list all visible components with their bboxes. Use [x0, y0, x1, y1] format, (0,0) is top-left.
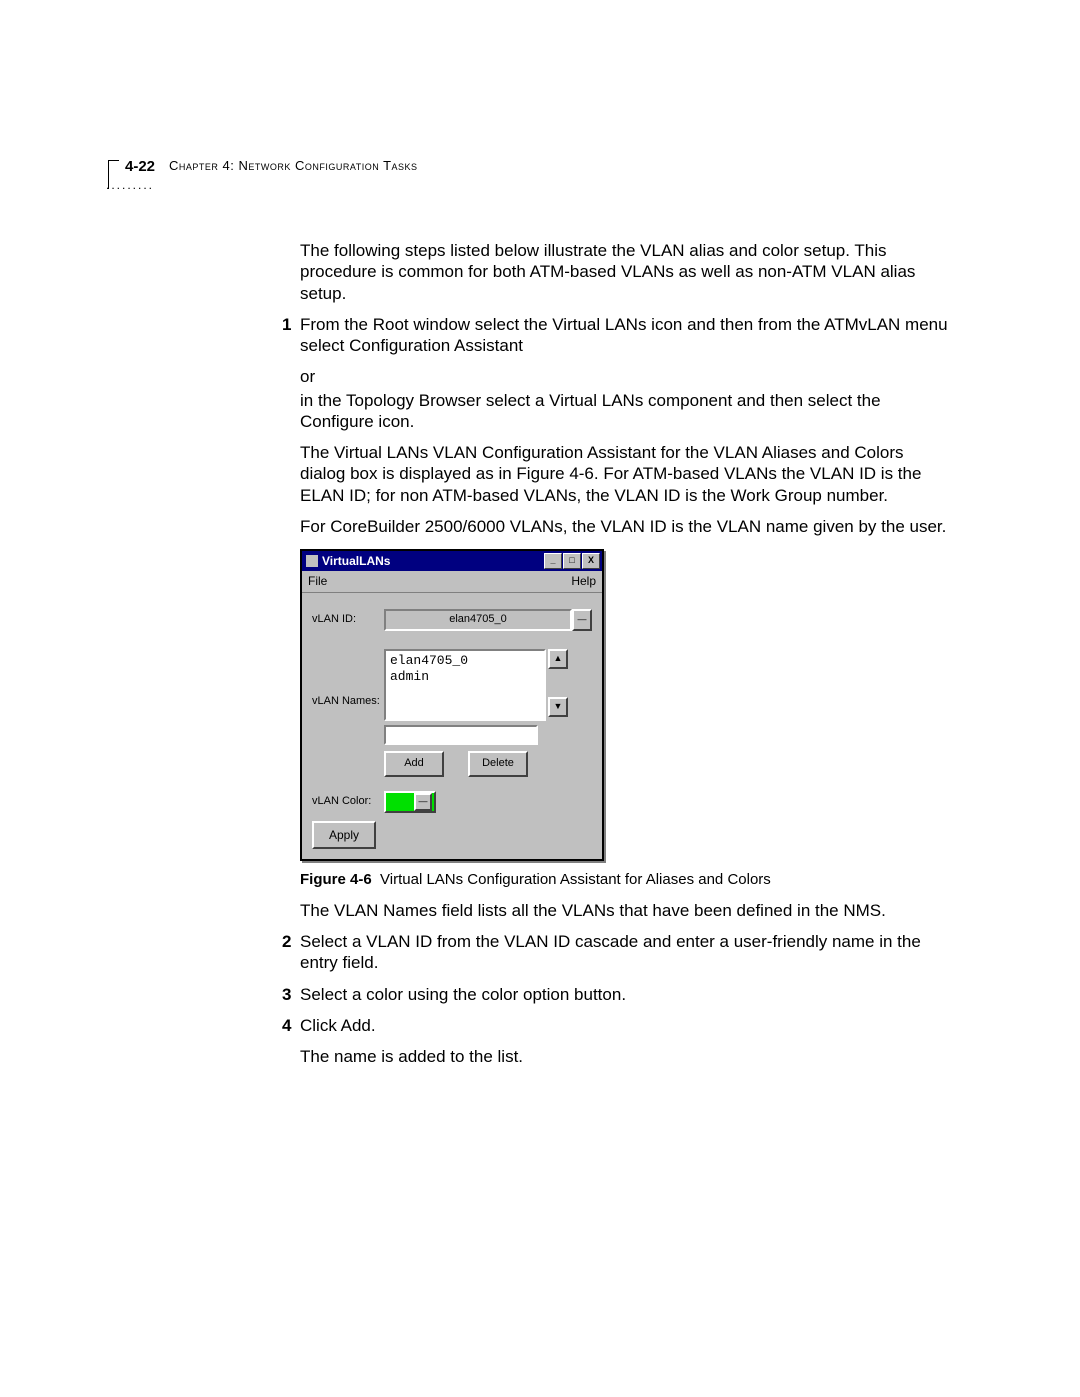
step-2: 2 Select a VLAN ID from the VLAN ID casc… [300, 931, 948, 974]
after-figure-paragraph: The VLAN Names field lists all the VLANs… [300, 900, 948, 921]
step-2-text: Select a VLAN ID from the VLAN ID cascad… [300, 931, 948, 974]
dialog-titlebar[interactable]: VirtualLANs _ □ X [302, 551, 602, 571]
step-3-text: Select a color using the color option bu… [300, 984, 948, 1005]
vlanname-entry-field[interactable] [384, 725, 538, 745]
vlannames-label: vLAN Names: [312, 695, 384, 709]
step-1-number: 1 [282, 314, 291, 335]
vlanid-value: elan4705_0 [449, 613, 507, 627]
close-button[interactable]: X [582, 553, 600, 569]
step-1-p2: in the Topology Browser select a Virtual… [300, 390, 948, 433]
minimize-button[interactable]: _ [544, 553, 562, 569]
apply-button[interactable]: Apply [312, 821, 376, 849]
virtuallans-dialog: VirtualLANs _ □ X File Help vLAN ID: ela… [300, 549, 604, 861]
step-3: 3 Select a color using the color option … [300, 984, 948, 1005]
step-1: 1 From the Root window select the Virtua… [300, 314, 948, 537]
vlanid-label: vLAN ID: [312, 613, 384, 627]
step-4: 4 Click Add. The name is added to the li… [300, 1015, 948, 1068]
header-dots: ......... [106, 178, 154, 192]
step-4-text: Click Add. [300, 1015, 948, 1036]
dialog-menubar: File Help [302, 571, 602, 593]
step-3-number: 3 [282, 984, 291, 1005]
step-2-number: 2 [282, 931, 291, 952]
list-item-1[interactable]: elan4705_0 [390, 653, 540, 669]
vlanid-dropdown[interactable]: elan4705_0 [384, 609, 572, 631]
step-1-p4: For CoreBuilder 2500/6000 VLANs, the VLA… [300, 516, 948, 537]
add-delete-row: Add Delete [384, 751, 592, 777]
vlannames-listbox[interactable]: elan4705_0 admin [384, 649, 546, 721]
vlancolor-label: vLAN Color: [312, 795, 384, 809]
scroll-up-button[interactable]: ▲ [548, 649, 568, 669]
step-1-p1: From the Root window select the Virtual … [300, 314, 948, 357]
add-button[interactable]: Add [384, 751, 444, 777]
step-4-number: 4 [282, 1015, 291, 1036]
scroll-down-button[interactable]: ▼ [548, 697, 568, 717]
dialog-title: VirtualLANs [322, 554, 543, 569]
page-header: 4-22 Chapter 4: Network Configuration Ta… [108, 158, 418, 189]
figure-caption-text: Virtual LANs Configuration Assistant for… [380, 871, 771, 888]
vlanid-dropdown-button[interactable]: — [572, 609, 592, 631]
page-number: 4-22 [125, 158, 155, 175]
menu-help[interactable]: Help [571, 574, 596, 589]
step-1-p3: The Virtual LANs VLAN Configuration Assi… [300, 442, 948, 506]
step-4-after: The name is added to the list. [300, 1046, 948, 1067]
step-1-or: or [300, 366, 948, 387]
delete-button[interactable]: Delete [468, 751, 528, 777]
dialog-body: vLAN ID: elan4705_0 — vLAN Names: elan47… [302, 593, 602, 859]
vlancolor-row: vLAN Color: — [312, 791, 592, 813]
chapter-title: Chapter 4: Network Configuration Tasks [169, 158, 418, 173]
list-item-2[interactable]: admin [390, 669, 540, 685]
vlanid-row: vLAN ID: elan4705_0 — [312, 609, 592, 631]
dialog-icon [306, 555, 318, 567]
main-content: The following steps listed below illustr… [300, 240, 948, 1077]
vlancolor-dropdown-button[interactable]: — [414, 793, 432, 811]
vlancolor-swatch[interactable]: — [384, 791, 436, 813]
vlannames-row: vLAN Names: elan4705_0 admin ▲ ▼ [312, 649, 592, 721]
maximize-button[interactable]: □ [563, 553, 581, 569]
intro-paragraph: The following steps listed below illustr… [300, 240, 948, 304]
figure-caption: Figure 4-6 Virtual LANs Configuration As… [300, 871, 948, 890]
listbox-scrollbar: ▲ ▼ [548, 649, 568, 717]
menu-file[interactable]: File [308, 574, 327, 589]
figure-label: Figure 4-6 [300, 871, 372, 888]
